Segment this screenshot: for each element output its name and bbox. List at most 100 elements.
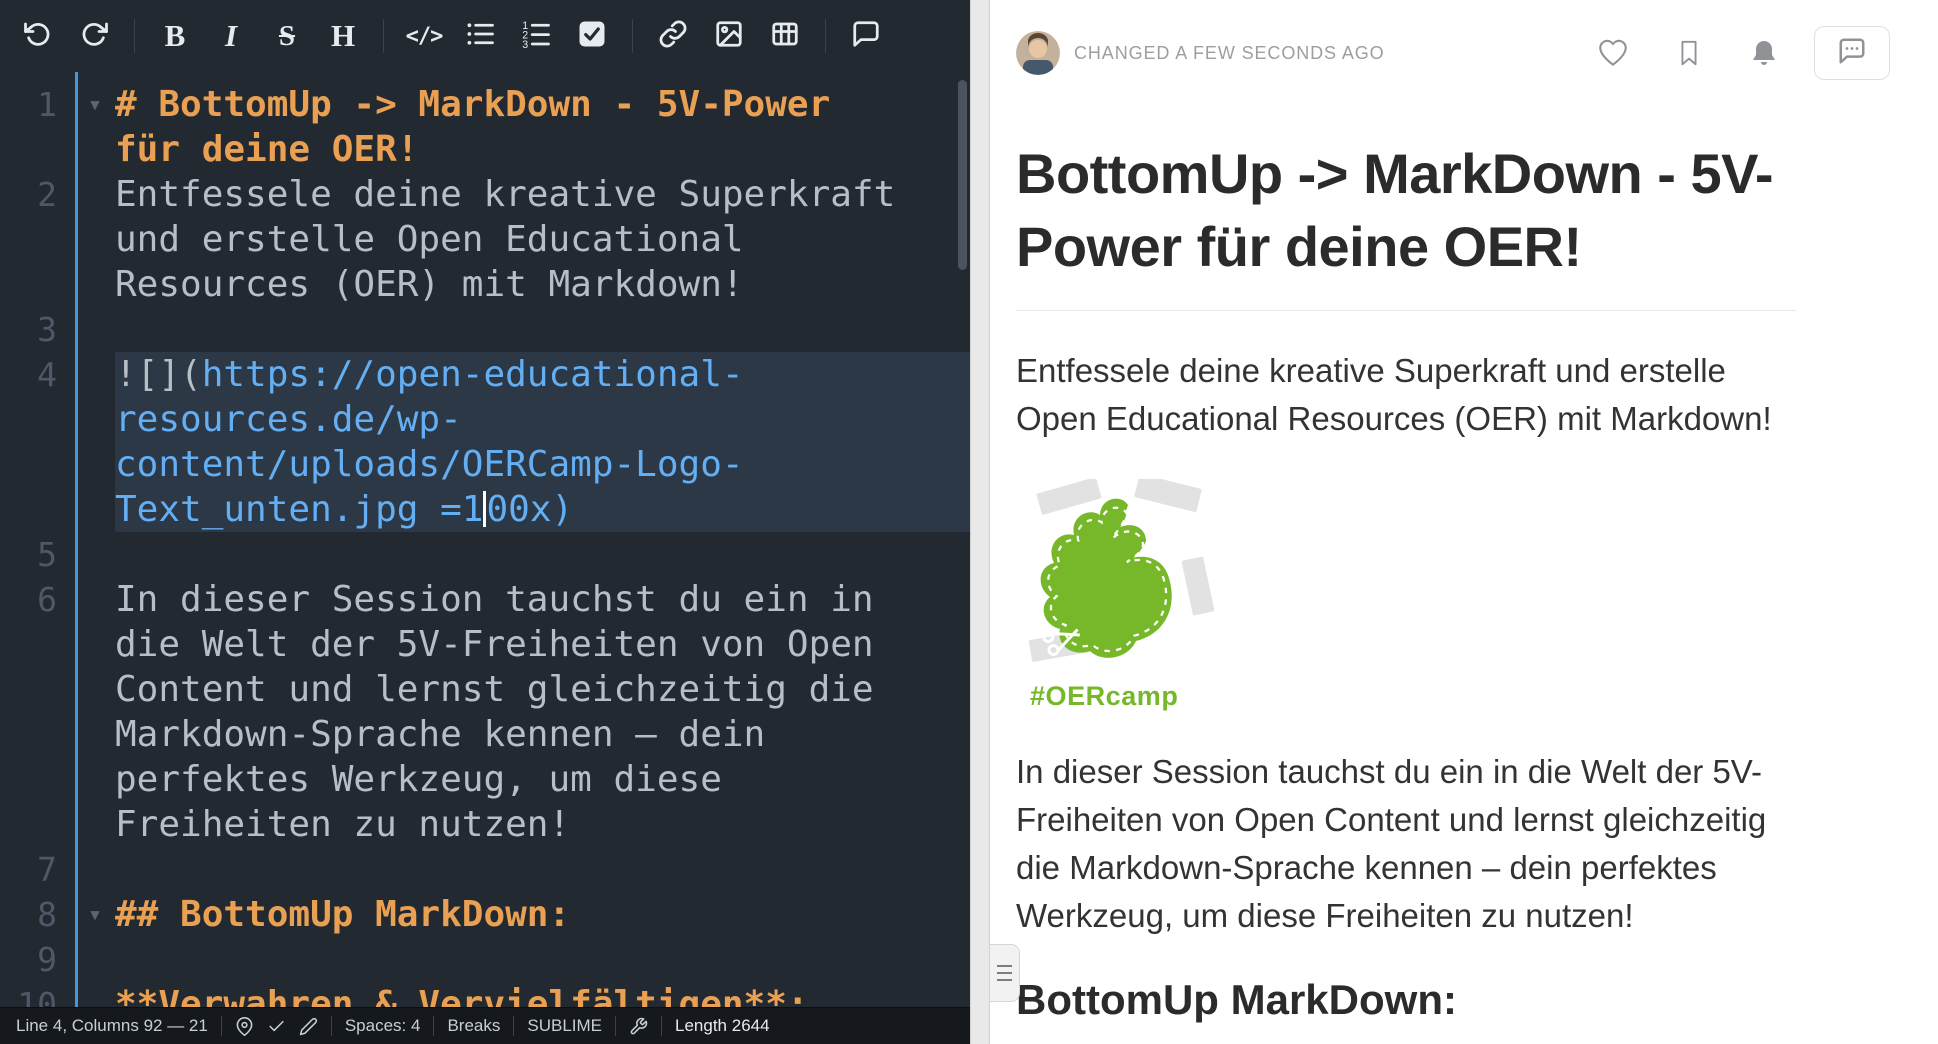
- split-view-handle[interactable]: [990, 944, 1020, 1002]
- redo-button[interactable]: [68, 11, 120, 61]
- bell-icon[interactable]: [1748, 37, 1780, 69]
- editor-status-bar: Line 4, Columns 92 — 21 Spaces: 4 Breaks…: [0, 1007, 970, 1044]
- spaces-setting[interactable]: Spaces: 4: [345, 1016, 421, 1036]
- code-text: [115, 847, 970, 892]
- status-separator: [433, 1016, 434, 1036]
- fold-chevron-icon[interactable]: ▾: [75, 892, 115, 937]
- svg-text:3: 3: [522, 38, 528, 48]
- status-separator: [221, 1016, 222, 1036]
- speech-bubble-icon: [1837, 36, 1867, 71]
- insert-table-button[interactable]: [759, 11, 811, 61]
- line-number: 1: [0, 82, 75, 172]
- line-number: 3: [0, 307, 75, 352]
- toolbar-separator: [383, 19, 384, 53]
- document-title: BottomUp -> MarkDown - 5V-Power für dein…: [1016, 138, 1796, 311]
- editor-scrollbar-thumb[interactable]: [958, 80, 967, 270]
- breaks-toggle[interactable]: Breaks: [447, 1016, 500, 1036]
- editor-line-6[interactable]: 6In dieser Session tauchst du ein in die…: [0, 577, 970, 847]
- gutter-spacer: [75, 307, 115, 352]
- session-paragraph: In dieser Session tauchst du ein in die …: [1016, 748, 1796, 940]
- editor-line-9[interactable]: 9: [0, 937, 970, 982]
- oercamp-logo-image: [1016, 479, 1216, 674]
- status-separator: [331, 1016, 332, 1036]
- redo-icon: [79, 19, 109, 54]
- oercamp-logo-caption: #OERcamp: [1016, 681, 1226, 712]
- editor-line-8[interactable]: 8▾## BottomUp MarkDown:: [0, 892, 970, 937]
- line-number: 7: [0, 847, 75, 892]
- bold-icon: B: [165, 18, 186, 54]
- gutter-spacer: [75, 937, 115, 982]
- line-number: 10: [0, 982, 75, 1007]
- heading-button[interactable]: H: [317, 11, 369, 61]
- comment-button[interactable]: [840, 11, 892, 61]
- code-text: [115, 937, 970, 982]
- split-divider[interactable]: [970, 0, 990, 1044]
- fold-chevron-icon[interactable]: ▾: [75, 82, 115, 172]
- line-number: 8: [0, 892, 75, 937]
- cursor-position-status: Line 4, Columns 92 — 21: [16, 1016, 208, 1036]
- comment-icon: [851, 19, 881, 54]
- editor-line-10[interactable]: 10 **Verwahren & Vervielfältigen**:: [0, 982, 970, 1007]
- brush-icon[interactable]: [299, 1017, 318, 1036]
- table-icon: [770, 19, 800, 54]
- italic-icon: I: [225, 18, 237, 54]
- status-separator: [513, 1016, 514, 1036]
- gutter-spacer: [75, 172, 115, 307]
- preview-actions: [1552, 26, 1890, 80]
- gutter-spacer: [75, 532, 115, 577]
- code-text: ## BottomUp MarkDown:: [115, 892, 970, 937]
- comments-panel-button[interactable]: [1814, 26, 1890, 80]
- handle-bar: [997, 972, 1012, 974]
- markdown-editor-pane: B I S H </> 123 1▾# BottomUp -> Ma: [0, 0, 970, 1044]
- bookmark-icon[interactable]: [1674, 37, 1704, 69]
- section-heading: BottomUp MarkDown:: [1016, 976, 1796, 1044]
- gutter-spacer: [75, 982, 115, 1007]
- check-icon[interactable]: [267, 1017, 286, 1036]
- editor-line-3[interactable]: 3: [0, 307, 970, 352]
- pin-icon[interactable]: [235, 1017, 254, 1036]
- numbered-list-button[interactable]: 123: [510, 11, 562, 61]
- oercamp-logo: #OERcamp: [1016, 479, 1226, 712]
- code-text: ![](https://open-educational-resources.d…: [115, 352, 970, 532]
- gutter-spacer: [75, 352, 115, 532]
- code-text: **Verwahren & Vervielfältigen**:: [115, 982, 970, 1007]
- bullet-list-button[interactable]: [454, 11, 506, 61]
- gutter-spacer: [75, 847, 115, 892]
- undo-icon: [23, 19, 53, 54]
- insert-link-button[interactable]: [647, 11, 699, 61]
- undo-button[interactable]: [12, 11, 64, 61]
- avatar[interactable]: [1016, 31, 1060, 75]
- code-text: Entfessele deine kreative Superkraft und…: [115, 172, 970, 307]
- code-block-button[interactable]: </>: [398, 11, 450, 61]
- last-changed-status: CHANGED A FEW SECONDS AGO: [1074, 43, 1385, 64]
- editor-line-5[interactable]: 5: [0, 532, 970, 577]
- bullet-list-icon: [465, 19, 495, 54]
- toolbar-separator: [825, 19, 826, 53]
- code-icon: </>: [406, 24, 443, 49]
- strikethrough-button[interactable]: S: [261, 11, 313, 61]
- intro-paragraph: Entfessele deine kreative Superkraft und…: [1016, 347, 1796, 443]
- insert-image-button[interactable]: [703, 11, 755, 61]
- preview-header: CHANGED A FEW SECONDS AGO: [990, 0, 1938, 80]
- editor-line-2[interactable]: 2 Entfessele deine kreative Superkraft un…: [0, 172, 970, 307]
- bold-button[interactable]: B: [149, 11, 201, 61]
- editor-line-1[interactable]: 1▾# BottomUp -> MarkDown - 5V-Power für …: [0, 82, 970, 172]
- toolbar-separator: [632, 19, 633, 53]
- editor-line-4-active[interactable]: 4![](https://open-educational-resources.…: [0, 352, 970, 532]
- checklist-button[interactable]: [566, 11, 618, 61]
- editor-line-7[interactable]: 7: [0, 847, 970, 892]
- keymap-setting[interactable]: SUBLIME: [527, 1016, 602, 1036]
- gutter-rule: [75, 72, 78, 1007]
- code-text: [115, 532, 970, 577]
- document-length-status: Length 2644: [675, 1016, 770, 1036]
- line-number: 2: [0, 172, 75, 307]
- editor-toolbar: B I S H </> 123: [0, 0, 970, 72]
- italic-button[interactable]: I: [205, 11, 257, 61]
- code-text: # BottomUp -> MarkDown - 5V-Power für de…: [115, 82, 970, 172]
- code-text: In dieser Session tauchst du ein in die …: [115, 577, 970, 847]
- wrench-icon[interactable]: [629, 1017, 648, 1036]
- heart-icon[interactable]: [1596, 36, 1630, 70]
- line-number: 9: [0, 937, 75, 982]
- code-editor[interactable]: 1▾# BottomUp -> MarkDown - 5V-Power für …: [0, 72, 970, 1007]
- status-separator: [661, 1016, 662, 1036]
